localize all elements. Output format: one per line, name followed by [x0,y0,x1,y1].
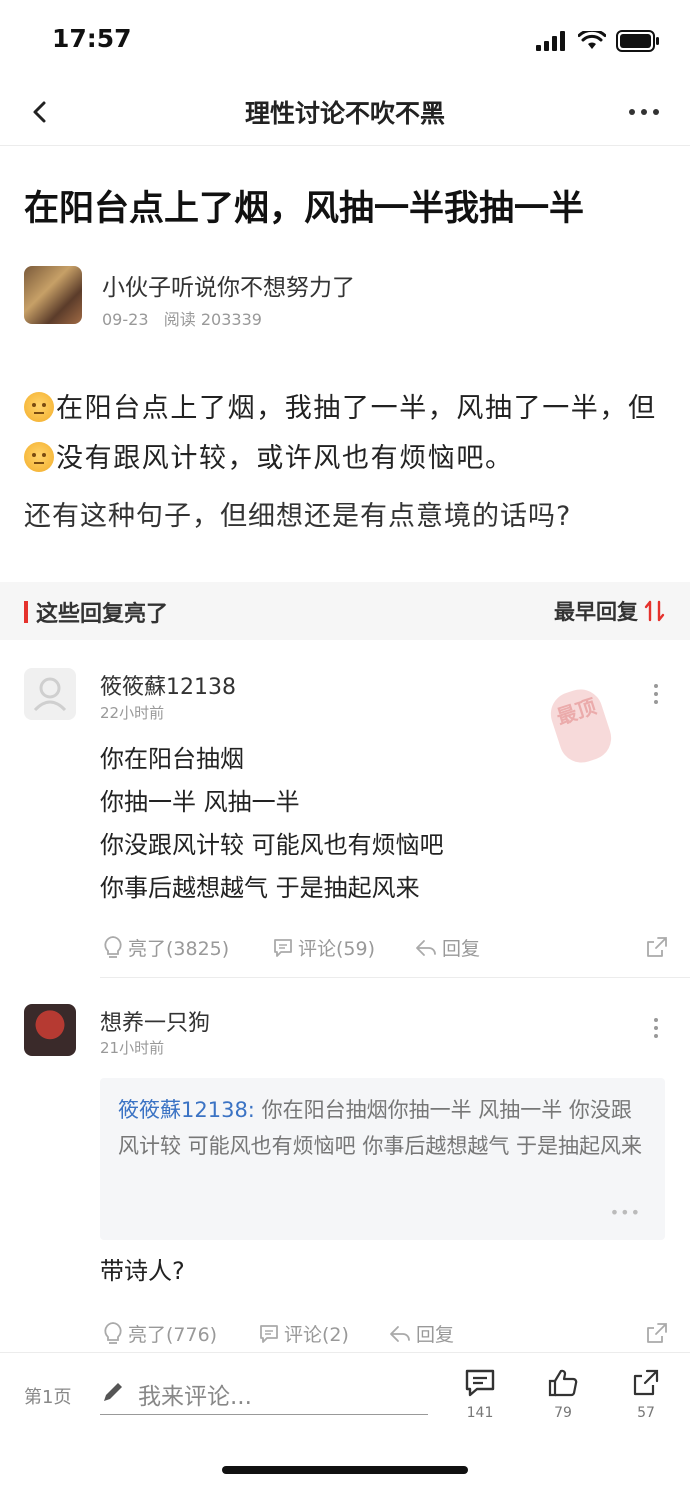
comment-time: 22小时前 [100,704,165,722]
comment-button[interactable]: 评论(59) [272,934,375,961]
like-count: 亮了(776) [128,1324,218,1346]
avatar[interactable] [24,1004,76,1056]
author-name[interactable]: 小伙子听说你不想努力了 [102,268,355,302]
reply-label: 回复 [416,1324,455,1346]
post-date: 09-23 [102,310,149,329]
share-icon [633,1369,659,1396]
status-time: 17:57 [52,24,132,53]
comment-more-icon[interactable] [652,1016,660,1040]
comment-icon [260,1324,278,1343]
top-comment-stamp: 最顶 [545,683,617,769]
quote-username[interactable]: 筱筱蘇12138: [118,1098,255,1122]
comments-button[interactable]: 141 [455,1367,505,1421]
comments-count: 141 [466,1405,494,1421]
section-title: 这些回复亮了 [36,602,169,627]
lightbulb-icon [104,935,122,958]
comment-more-icon[interactable] [652,682,660,706]
face-emoji-icon [24,442,54,472]
section-marker [24,601,28,623]
share-post-button[interactable]: 57 [621,1367,671,1421]
comment-line: 你抽一半 风抽一半 [100,788,300,816]
comment-bubble-icon [465,1369,495,1397]
comment-text: 带诗人? [100,1257,185,1285]
hot-replies-header: 这些回复亮了 最早回复 [0,582,690,640]
wifi-icon [578,31,606,49]
status-bar: 17:57 [0,0,690,80]
post-read-count: 阅读 203339 [163,310,262,329]
comment-button[interactable]: 评论(2) [258,1320,349,1347]
sort-icon[interactable] [644,598,666,624]
comment-text: 你在阳台抽烟 你抽一半 风抽一半 你没跟风计较 可能风也有烦恼吧 你事后越想越气… [100,738,444,910]
nav-title: 理性讨论不吹不黑 [244,99,445,128]
comment-time: 21小时前 [100,1039,165,1057]
comment-icon [274,938,292,957]
sort-button[interactable]: 最早回复 [554,596,638,626]
like-button[interactable]: 亮了(776) [102,1320,217,1347]
reply-icon [416,939,436,956]
shares-count: 57 [637,1405,655,1421]
author-row[interactable]: 小伙子听说你不想努力了 09-23 阅读 203339 [24,266,664,330]
page-indicator[interactable]: 第1页 [24,1383,71,1409]
more-icon[interactable] [626,100,662,124]
avatar[interactable] [24,668,76,720]
like-count: 亮了(3825) [128,938,230,960]
nav-bar: 理性讨论不吹不黑 [0,80,690,146]
comment-actions: 亮了(3825) 评论(59) 回复 [100,934,670,964]
share-icon[interactable] [644,1320,670,1346]
face-emoji-icon [24,392,54,422]
author-avatar[interactable] [24,266,82,324]
like-post-button[interactable]: 79 [538,1367,588,1421]
comment-input-placeholder: 我来评论... [138,1384,252,1410]
home-indicator[interactable] [222,1466,468,1474]
comment-line: 你没跟风计较 可能风也有烦恼吧 [100,831,444,859]
post-body-part2: 没有跟风计较，或许风也有烦恼吧。 [56,443,514,474]
post-meta: 09-23 阅读 203339 [102,306,262,330]
comment-username[interactable]: 想养一只狗 [100,1005,210,1037]
comment-username[interactable]: 筱筱蘇12138 [100,669,236,701]
post-body-part1: 在阳台点上了烟，我抽了一半，风抽了一半，但 [56,393,657,424]
reply-button[interactable]: 回复 [388,1320,454,1347]
battery-icon [616,30,659,52]
comment-count: 评论(59) [298,938,376,960]
post-body-line2: 还有这种句子，但细想还是有点意境的话吗? [24,501,572,532]
pencil-icon [104,1383,122,1401]
reply-icon [390,1325,410,1342]
comment-input[interactable]: 我来评论... [100,1373,428,1415]
comment-line: 你在阳台抽烟 [100,745,244,773]
share-icon[interactable] [644,934,670,960]
reply-button[interactable]: 回复 [414,934,480,961]
quote-more-icon[interactable]: ••• [610,1203,641,1222]
thumbs-up-icon [548,1369,578,1397]
reply-label: 回复 [442,938,481,960]
like-button[interactable]: 亮了(3825) [102,934,229,961]
divider [100,977,690,978]
post-title: 在阳台点上了烟，风抽一半我抽一半 [24,189,585,229]
comment-actions: 亮了(776) 评论(2) 回复 [100,1320,670,1350]
comment-line: 你事后越想越气 于是抽起风来 [100,874,420,902]
comment-count: 评论(2) [284,1324,349,1346]
lightbulb-icon [104,1321,122,1344]
quoted-comment[interactable]: 筱筱蘇12138: 你在阳台抽烟你抽一半 风抽一半 你没跟风计较 可能风也有烦恼… [100,1078,665,1240]
post-body: 在阳台点上了烟，我抽了一半，风抽了一半，但没有跟风计较，或许风也有烦恼吧。 [24,384,669,484]
default-avatar-icon [33,677,67,712]
likes-count: 79 [554,1405,572,1421]
quote-text: 筱筱蘇12138: 你在阳台抽烟你抽一半 风抽一半 你没跟风计较 可能风也有烦恼… [118,1092,648,1164]
status-icons [536,30,660,52]
signal-icon [536,31,565,51]
